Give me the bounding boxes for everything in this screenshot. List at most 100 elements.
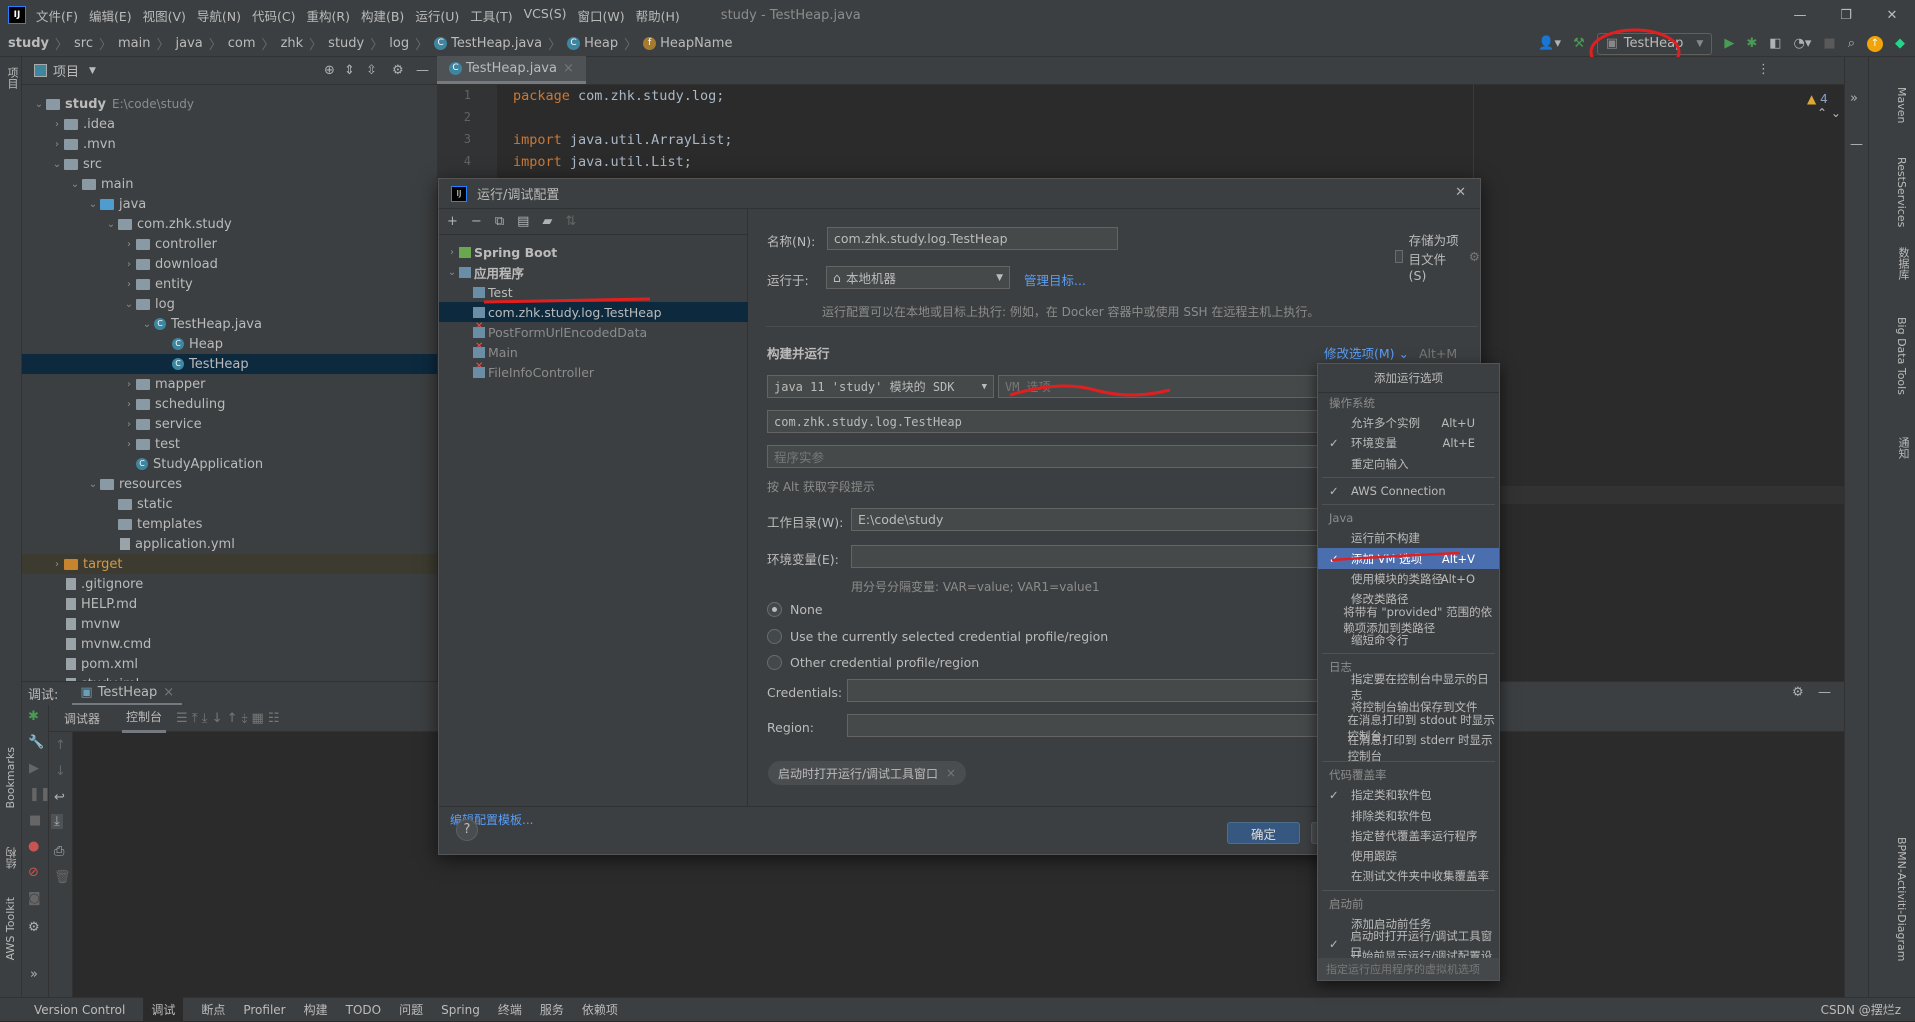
menu-item[interactable]: 视图(V)	[143, 6, 186, 25]
chevron-down-icon[interactable]: ⌄	[86, 479, 100, 490]
breadcrumb-item[interactable]: study 〉	[8, 34, 74, 53]
chevron-right-icon[interactable]: ›	[50, 119, 64, 130]
tab-debug-testheap[interactable]: ▣ TestHeap ×	[72, 682, 183, 706]
run-on-select[interactable]: ⌂ 本地机器 ▼	[826, 266, 1010, 289]
settings-icon[interactable]: ⚙	[28, 920, 40, 935]
tab-testheap-java[interactable]: C TestHeap.java ×	[437, 56, 586, 84]
wrench-icon[interactable]: 🔧	[28, 735, 44, 750]
breadcrumb-item[interactable]: main 〉	[118, 34, 176, 53]
code-line[interactable]: import java.util.ArrayList;	[513, 132, 732, 148]
gear-icon[interactable]: ⚙	[1792, 685, 1804, 700]
option-item[interactable]: 在测试文件夹中收集覆盖率	[1318, 866, 1499, 886]
tool-window-project[interactable]: 项目	[4, 67, 20, 89]
tree-item[interactable]: .gitignore	[22, 574, 437, 594]
tree-item[interactable]: › entity	[22, 274, 437, 294]
tree-item[interactable]: C Heap	[22, 334, 437, 354]
config-item[interactable]: ⌄ 应用程序	[439, 262, 748, 282]
hide-icon[interactable]: —	[1818, 685, 1831, 700]
tree-item[interactable]: C TestHeap	[22, 354, 437, 374]
menu-item[interactable]: 重构(R)	[307, 6, 350, 25]
tree-item[interactable]: › .idea	[22, 114, 437, 134]
gear-icon[interactable]: ⚙	[392, 63, 404, 78]
close-icon[interactable]: ✕	[1455, 185, 1466, 200]
breadcrumb-item[interactable]: f HeapName	[643, 36, 732, 51]
code-line[interactable]: import java.util.List;	[513, 154, 692, 170]
tree-item[interactable]: static	[22, 494, 437, 514]
option-item[interactable]: ✓ 指定类和软件包	[1318, 785, 1499, 805]
option-item[interactable]: 排除类和软件包	[1318, 805, 1499, 825]
new-folder-icon[interactable]: ▰	[542, 214, 552, 229]
tool-window-button[interactable]: 断点	[201, 1001, 225, 1018]
stop-icon[interactable]: ■	[1823, 36, 1835, 51]
tool-window-notifications[interactable]: 通知	[1895, 437, 1911, 459]
credentials-input[interactable]	[847, 679, 1337, 702]
hide-icon[interactable]: —	[416, 63, 429, 78]
tree-item[interactable]: application.yml	[22, 534, 437, 554]
tool-window-button[interactable]: Version Control	[34, 1003, 125, 1017]
option-item[interactable]: 缩短命令行	[1318, 630, 1499, 650]
breadcrumb-item[interactable]: com 〉	[228, 34, 281, 53]
menu-item[interactable]: 文件(F)	[36, 6, 78, 25]
camera-icon[interactable]: ◙	[28, 891, 41, 906]
chevron-right-icon[interactable]: ›	[122, 379, 136, 390]
menu-icon[interactable]: ☰ ⤒ ⤓ ↓ ↑ ⤈ ▦ ☷	[176, 711, 280, 726]
tree-item[interactable]: › controller	[22, 234, 437, 254]
breadcrumb-item[interactable]: zhk 〉	[281, 34, 329, 53]
workdir-input[interactable]: E:\code\study	[851, 508, 1337, 531]
region-input[interactable]	[847, 714, 1337, 737]
radio-button[interactable]	[767, 655, 782, 670]
radio-button[interactable]	[767, 602, 782, 617]
down-icon[interactable]: ↓	[55, 764, 66, 779]
tool-window-restservices[interactable]: RestServices	[1895, 157, 1908, 227]
search-icon[interactable]: ⌕	[1848, 36, 1855, 51]
chevron-right-icon[interactable]: ›	[122, 239, 136, 250]
mute-breakpoints-icon[interactable]: ⊘	[28, 865, 39, 880]
tool-window-button[interactable]: 构建	[304, 1001, 328, 1018]
tree-item[interactable]: ⌄ study E:\code\study	[22, 94, 437, 114]
tool-window-bookmarks[interactable]: Bookmarks	[4, 747, 17, 808]
tool-window-button[interactable]: 服务	[540, 1001, 564, 1018]
chevron-down-icon[interactable]: ⌄	[445, 267, 459, 278]
option-item[interactable]: 使用跟踪	[1318, 846, 1499, 866]
build-hammer-icon[interactable]: ⚒	[1573, 36, 1585, 51]
hide-icon[interactable]: —	[1850, 137, 1863, 152]
close-tab-icon[interactable]: ×	[563, 61, 574, 76]
stop-icon[interactable]: ■	[29, 813, 41, 828]
locate-icon[interactable]: ⊕	[324, 63, 335, 78]
up-icon[interactable]: ↑	[55, 738, 66, 753]
tool-window-button[interactable]: 问题	[399, 1001, 423, 1018]
sort-icon[interactable]: ⇅	[565, 214, 576, 229]
tab-debugger[interactable]: 调试器	[64, 710, 100, 727]
minimize-icon[interactable]: —	[1777, 0, 1823, 30]
tree-item[interactable]: ⌄ main	[22, 174, 437, 194]
env-input[interactable]	[851, 545, 1337, 568]
option-item[interactable]: 将带有 "provided" 范围的依赖项添加到类路径	[1318, 605, 1499, 635]
debug-bug-icon[interactable]: ✱	[28, 709, 39, 724]
chevron-right-icon[interactable]: ›	[122, 259, 136, 270]
menu-item[interactable]: 帮助(H)	[636, 6, 680, 25]
modify-options-link[interactable]: 修改选项(M) ⌄ Alt+M	[1324, 343, 1457, 362]
tree-item[interactable]: › download	[22, 254, 437, 274]
tool-window-database[interactable]: 数据库	[1895, 247, 1911, 280]
chevron-down-icon[interactable]: ⌄	[140, 319, 154, 330]
credential-radio[interactable]: Other credential profile/region	[767, 655, 979, 670]
breadcrumb-item[interactable]: log 〉	[389, 34, 434, 53]
chevron-down-icon[interactable]: ⌄	[104, 219, 118, 230]
copy-icon[interactable]: ⧉	[495, 214, 504, 229]
plugin-icon[interactable]: ◆	[1895, 36, 1905, 51]
option-item[interactable]: ✓ 环境变量 Alt+E	[1318, 433, 1499, 453]
option-item[interactable]: ✓ AWS Connection	[1318, 481, 1499, 501]
chevron-down-icon[interactable]: ⌄	[32, 99, 46, 110]
warnings-indicator[interactable]: ▲ 4 ⌃ ⌄	[1807, 92, 1844, 120]
chevron-right-icon[interactable]: ›	[122, 399, 136, 410]
ok-button[interactable]: 确定	[1227, 822, 1300, 844]
view-breakpoints-icon[interactable]: ●	[28, 839, 39, 854]
breadcrumb-item[interactable]: C Heap 〉	[567, 34, 643, 53]
tree-item[interactable]: templates	[22, 514, 437, 534]
tree-item[interactable]: ⌄ log	[22, 294, 437, 314]
add-icon[interactable]: +	[447, 214, 458, 229]
tab-console[interactable]: 控制台	[122, 703, 167, 733]
print-icon[interactable]: ⎙	[54, 844, 64, 859]
pause-icon[interactable]: ❚❚	[29, 787, 51, 802]
tool-window-button[interactable]: 终端	[498, 1001, 522, 1018]
